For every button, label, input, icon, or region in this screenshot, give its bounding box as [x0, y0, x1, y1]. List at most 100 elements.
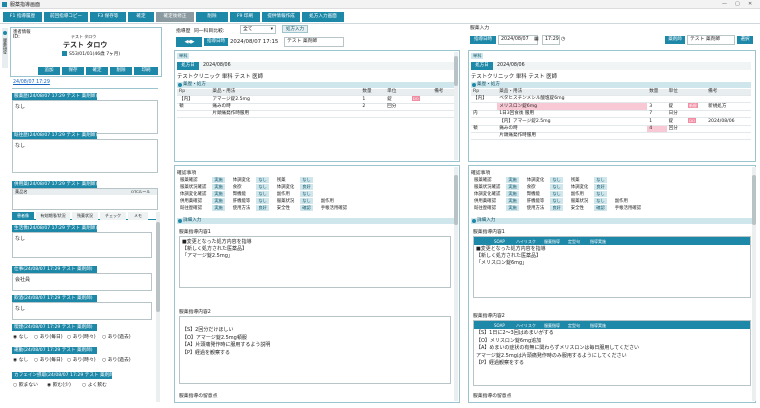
table-row[interactable]: 頓痛みの時 4 回分: [471, 125, 751, 133]
check-value[interactable]: なし: [550, 191, 563, 197]
minimize-icon[interactable]: —: [722, 1, 727, 7]
add-button[interactable]: 追加: [38, 67, 60, 75]
save-button[interactable]: F3 保存等: [90, 12, 126, 22]
detail-section[interactable]: 詳細入力: [471, 218, 753, 224]
collapse-icon[interactable]: [3, 31, 7, 35]
tab-memo[interactable]: メモ: [128, 212, 148, 220]
print-note-button[interactable]: 印刷: [134, 67, 158, 75]
check-value[interactable]: 良好: [594, 184, 607, 190]
check-value[interactable]: 実施: [506, 198, 519, 204]
tab-validity[interactable]: 有効期限/状況: [36, 212, 70, 220]
check-value[interactable]: なし: [300, 177, 313, 183]
table-row[interactable]: 頓痛みの時 2 回分: [177, 103, 457, 111]
check-value[interactable]: なし: [256, 177, 269, 183]
prescription-input-button[interactable]: 処方入力画面: [302, 12, 344, 22]
check-value[interactable]: なし: [594, 177, 607, 183]
date-link[interactable]: 24/08/07 17:29: [13, 80, 50, 85]
note-textarea[interactable]: なし: [12, 100, 158, 134]
tab-check[interactable]: チェック: [100, 212, 126, 220]
check-value[interactable]: なし: [550, 177, 563, 183]
confirm-button[interactable]: 確定: [128, 12, 154, 22]
check-value[interactable]: 確認: [594, 205, 607, 211]
tab-guidance[interactable]: 服薬指導: [544, 322, 560, 330]
scroll-thumb[interactable]: [156, 222, 160, 312]
check-value[interactable]: 実施: [506, 205, 519, 211]
check-value[interactable]: なし: [550, 198, 563, 204]
note-textarea[interactable]: なし: [12, 302, 152, 320]
edit-after-confirm-button[interactable]: 確定後修正: [156, 12, 194, 22]
guide2-textarea[interactable]: SOAP ハイリスク 服薬指導 定型句 指導実施 【S】1日に2〜3回はめまいが…: [473, 320, 751, 386]
radio-option[interactable]: ○ よく飲む: [82, 381, 107, 388]
close-icon[interactable]: ✕: [748, 1, 752, 7]
table-row[interactable]: 【内】アマージ錠2.5mg 1 錠 DO 2024/08/06: [471, 117, 751, 126]
check-value[interactable]: 良好: [256, 205, 269, 211]
right-pharmacist-field[interactable]: テスト 薬剤師: [687, 35, 735, 45]
med-section[interactable]: 薬歴・処方: [177, 82, 457, 88]
maximize-icon[interactable]: ▢: [735, 1, 740, 7]
scroll-thumb[interactable]: [454, 56, 458, 86]
pharmacist-field[interactable]: テスト 薬剤師: [284, 37, 344, 47]
presc-input-button[interactable]: 処方入力: [282, 25, 308, 33]
tab-leftover[interactable]: 残薬状況: [72, 212, 98, 220]
mid-scrollbar[interactable]: [454, 167, 458, 401]
table-row[interactable]: 内 1日3回食後 服用 7 日分: [471, 110, 751, 118]
check-value[interactable]: なし: [300, 198, 313, 204]
table-row[interactable]: 片頭痛発作時服用: [177, 110, 457, 118]
check-value[interactable]: 実施: [506, 177, 519, 183]
radio-option[interactable]: ◉ 飲む(少): [47, 381, 71, 388]
guide2-textarea[interactable]: 【S】2回分だけほしい 【O】アマージ錠2.5mg頓服 【A】片頭痛発作時に服用…: [179, 316, 451, 384]
tab-soap[interactable]: SOAP: [494, 322, 505, 330]
check-value[interactable]: なし: [256, 191, 269, 197]
guide1-textarea[interactable]: ■変更となった処方内容を指導 【新しく処方された医薬品】 「アマージ錠2.5mg…: [179, 236, 451, 288]
check-value[interactable]: 実施: [212, 198, 225, 204]
copy-previous-button[interactable]: 前回指導コピー: [44, 12, 88, 22]
table-row[interactable]: 【内】 ベタヒスチンメシル酸塩錠6mg: [471, 95, 751, 103]
table-row[interactable]: メリスロン錠6mg 3 錠新規 新規処方: [471, 102, 751, 111]
history-button[interactable]: F1 指導履歴: [3, 12, 42, 22]
radio-option[interactable]: ○ あり(時々): [67, 356, 96, 363]
prev-nav-icon[interactable]: ◀◀ ▶: [176, 37, 202, 47]
check-value[interactable]: なし: [256, 198, 269, 204]
right-time-field[interactable]: 17:29: [542, 35, 560, 45]
provide-info-button[interactable]: 提供情報作成: [262, 12, 300, 22]
print-button[interactable]: F9 印刷: [230, 12, 260, 22]
calendar-icon[interactable]: ▦: [534, 36, 539, 42]
tab-patient-profile[interactable]: 患者像: [12, 212, 34, 220]
tab-guidance[interactable]: 服薬指導: [544, 238, 560, 245]
mid-top-scrollbar[interactable]: [454, 52, 458, 160]
radio-option[interactable]: ○ あり(時々): [67, 333, 96, 340]
check-value[interactable]: 実施: [212, 191, 225, 197]
tab-template[interactable]: 定型句: [568, 238, 580, 245]
note-textarea[interactable]: なし: [12, 139, 158, 173]
side-tab[interactable]: 服薬指導: [2, 28, 8, 68]
check-value[interactable]: 実施: [212, 205, 225, 211]
check-value[interactable]: なし: [300, 191, 313, 197]
tab-highrisk[interactable]: ハイリスク: [516, 322, 536, 330]
tab-done[interactable]: 指導実施: [590, 238, 606, 245]
radio-option[interactable]: ○ あり(過去): [102, 356, 131, 363]
radio-option[interactable]: ○ あり(過去): [102, 333, 131, 340]
check-value[interactable]: 確認: [300, 205, 313, 211]
detail-section[interactable]: 詳細入力: [177, 218, 455, 224]
check-value[interactable]: なし: [594, 198, 607, 204]
radio-option[interactable]: ○ あり(毎日): [34, 333, 63, 340]
check-value[interactable]: 実施: [212, 177, 225, 183]
table-row[interactable]: 片頭痛発作時服用: [471, 132, 751, 140]
radio-option[interactable]: ○ あり(毎日): [34, 356, 63, 363]
scroll-thumb[interactable]: [454, 175, 458, 225]
check-value[interactable]: 実施: [506, 191, 519, 197]
check-value[interactable]: 良好: [300, 184, 313, 190]
tab-soap[interactable]: SOAP: [494, 238, 505, 245]
right-date-field[interactable]: 2024/08/07: [498, 35, 538, 45]
radio-option[interactable]: ◉ なし: [13, 356, 28, 363]
left-scrollbar[interactable]: [156, 212, 160, 402]
right-scrollbar[interactable]: [752, 167, 756, 401]
delete-note-button[interactable]: 削除: [110, 67, 132, 75]
radio-option[interactable]: ◉ なし: [13, 333, 28, 340]
check-value[interactable]: 実施: [212, 184, 225, 190]
confirm-note-button[interactable]: 確定: [86, 67, 108, 75]
select-button[interactable]: 選択: [737, 36, 753, 44]
check-value[interactable]: なし: [550, 184, 563, 190]
tab-done[interactable]: 指導実施: [590, 322, 606, 330]
table-row[interactable]: 【内】 アマージ錠2.5mg 1 錠 DO: [177, 95, 457, 104]
